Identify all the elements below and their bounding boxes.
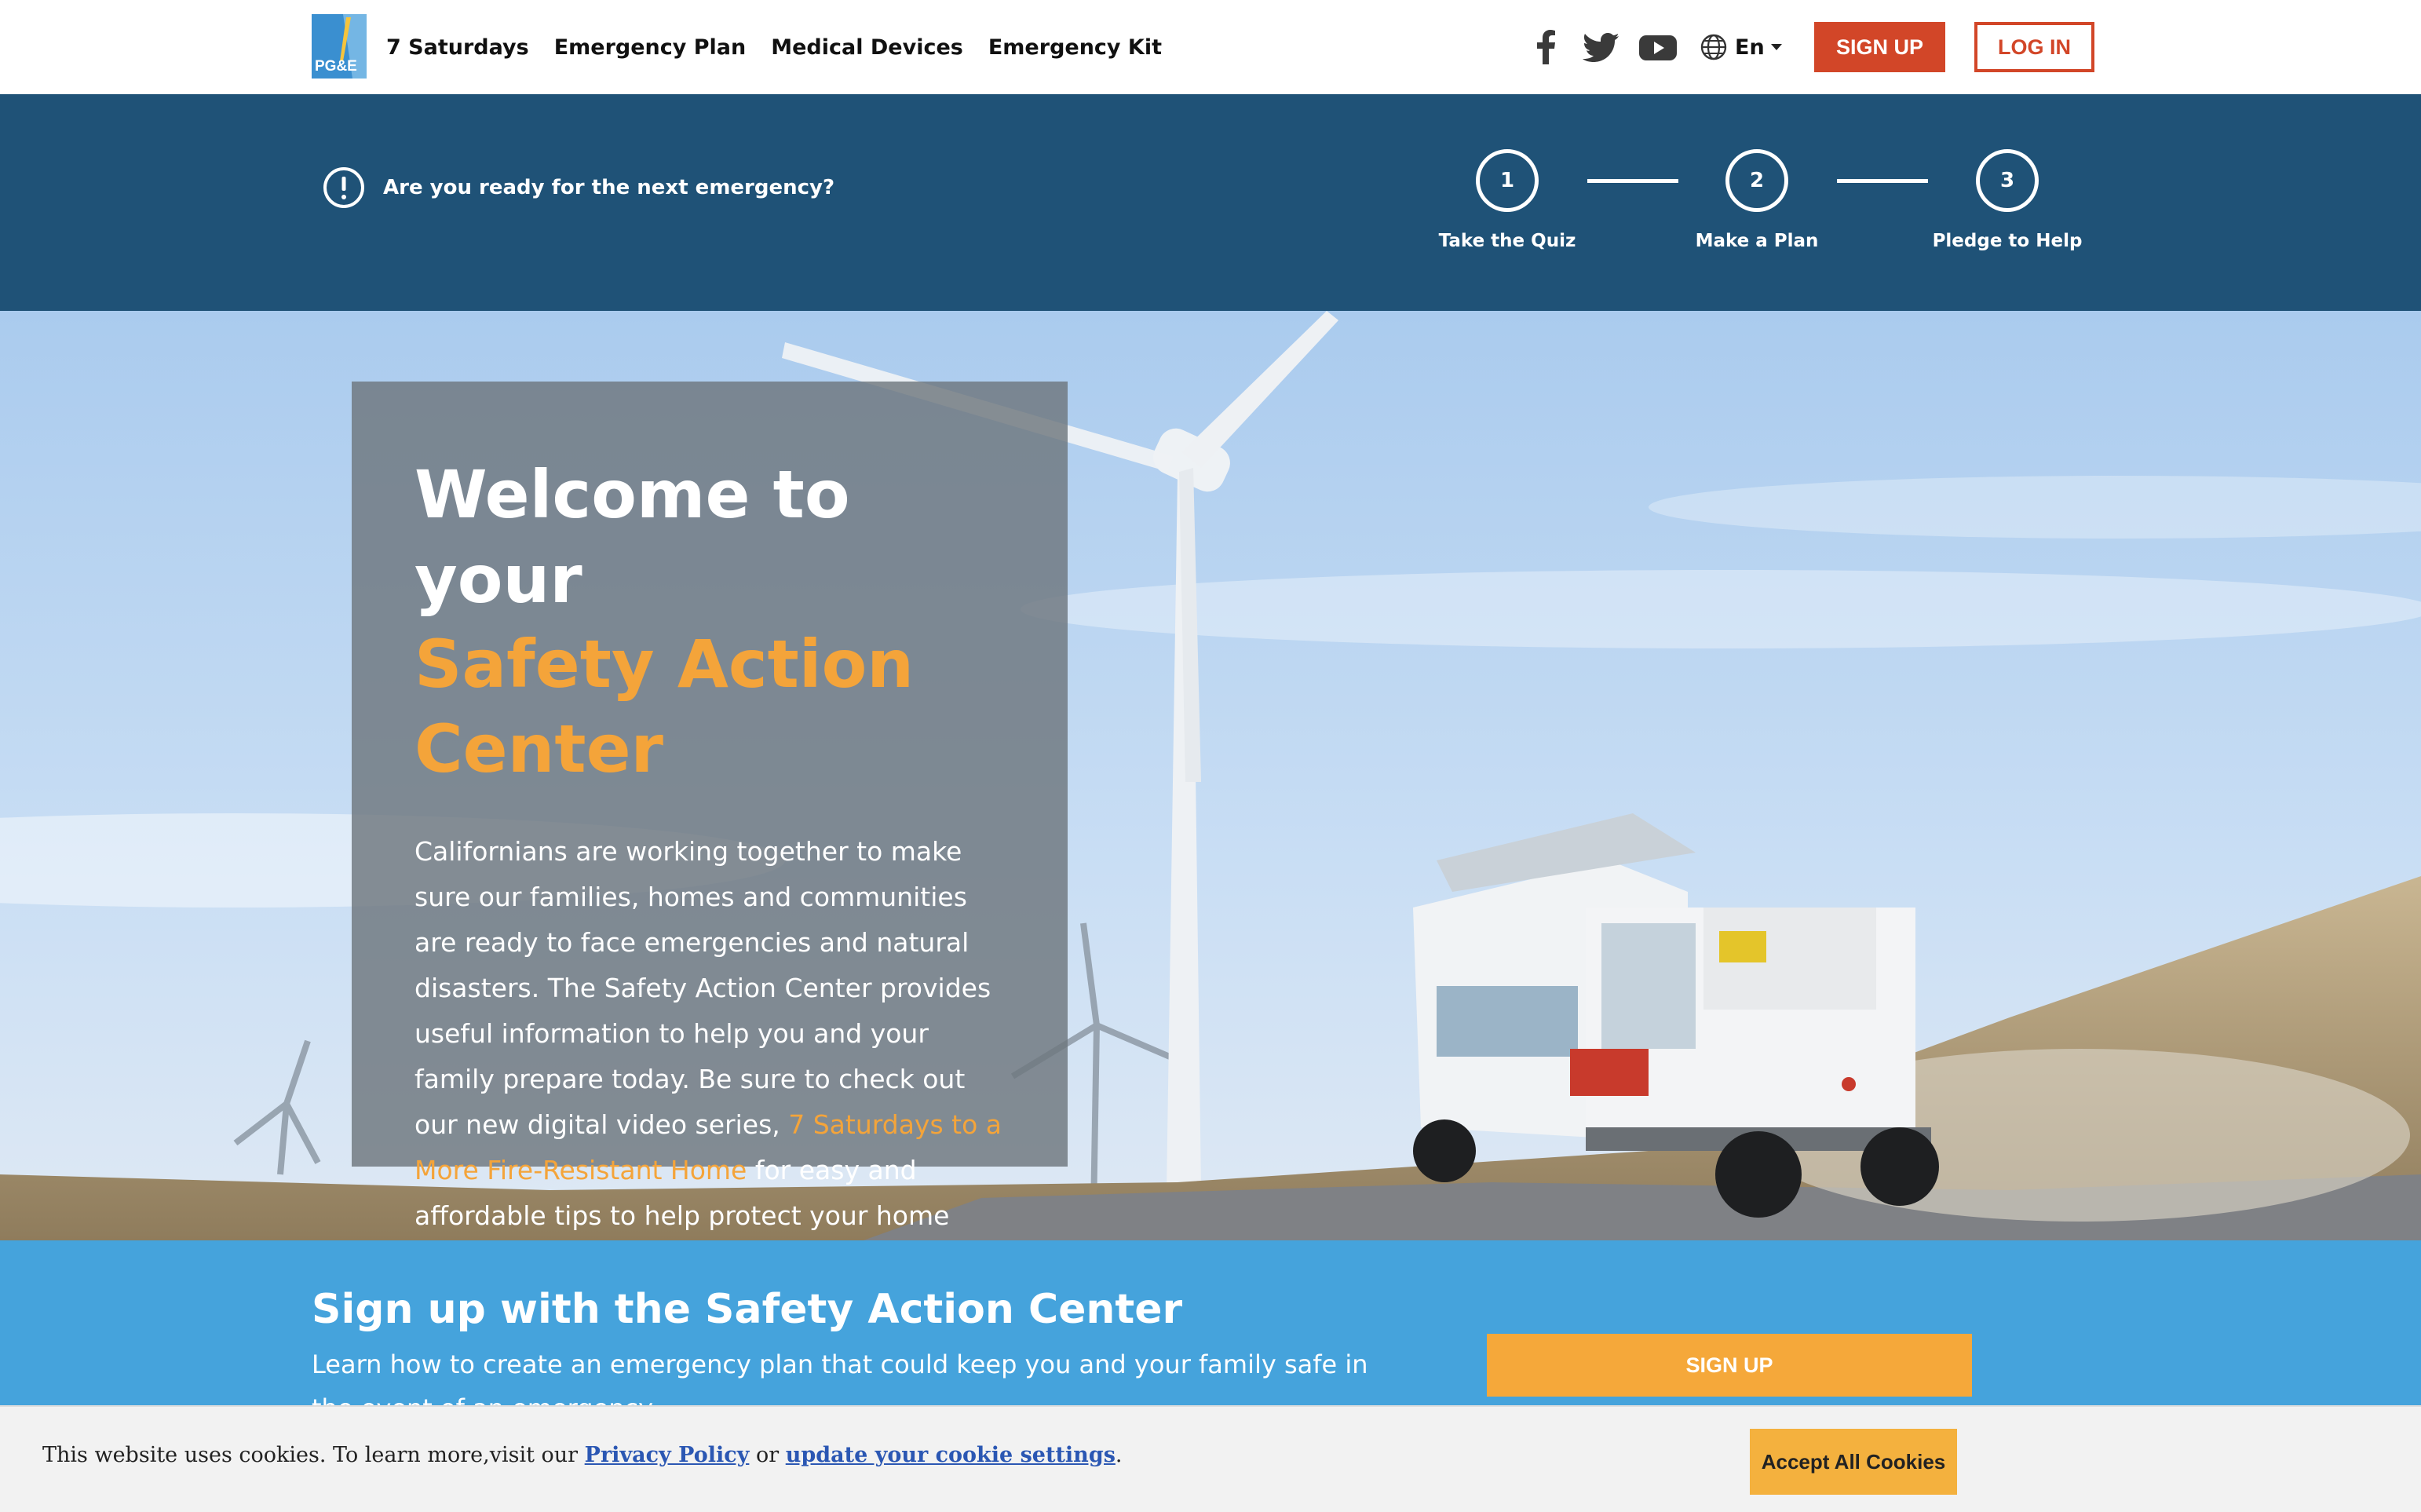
step-2-circle[interactable]: 2 — [1725, 149, 1788, 212]
hero-title: Welcome to your Safety Action Center — [414, 452, 1006, 791]
step-connector — [1837, 179, 1928, 183]
signup-button[interactable]: SIGN UP — [1814, 22, 1945, 72]
facebook-icon[interactable] — [1535, 30, 1557, 64]
caret-down-icon — [1770, 44, 1782, 50]
language-selector[interactable]: En — [1700, 30, 1782, 64]
welcome-panel: Welcome to your Safety Action Center Cal… — [352, 382, 1068, 1231]
hero-description: Californians are working together to mak… — [414, 829, 1006, 1240]
language-label: En — [1735, 35, 1765, 60]
youtube-icon[interactable] — [1639, 30, 1677, 64]
hero-section: Welcome to your Safety Action Center Cal… — [0, 311, 2421, 1240]
step-2-label[interactable]: Make a Plan — [1671, 231, 1843, 251]
step-1-label[interactable]: Take the Quiz — [1421, 231, 1594, 251]
signup-cta-button[interactable]: SIGN UP — [1487, 1334, 1972, 1397]
privacy-policy-link[interactable]: Privacy Policy — [585, 1443, 750, 1467]
nav-link-medical-devices[interactable]: Medical Devices — [771, 35, 963, 60]
accept-cookies-button[interactable]: Accept All Cookies — [1750, 1429, 1957, 1495]
pge-logo[interactable]: PG&E — [312, 14, 371, 79]
nav-link-emergency-plan[interactable]: Emergency Plan — [554, 35, 747, 60]
nav-link-emergency-kit[interactable]: Emergency Kit — [988, 35, 1162, 60]
top-nav: PG&E 7 Saturdays Emergency Plan Medical … — [0, 0, 2421, 94]
readiness-question: Are you ready for the next emergency? — [383, 176, 835, 199]
svg-text:PG&E: PG&E — [315, 58, 357, 75]
twitter-icon[interactable] — [1583, 30, 1619, 64]
step-3-label[interactable]: Pledge to Help — [1921, 231, 2094, 251]
hero-text-intro: Californians are working together to mak… — [414, 836, 991, 1140]
cookie-consent-bar: This website uses cookies. To learn more… — [0, 1405, 2421, 1512]
hero-title-line1: Welcome to your — [414, 456, 850, 618]
login-button[interactable]: LOG IN — [1974, 22, 2094, 72]
alert-icon — [323, 167, 364, 208]
cookie-text-end: . — [1115, 1443, 1123, 1467]
step-connector — [1587, 179, 1678, 183]
readiness-steps-banner: Are you ready for the next emergency? 1 … — [0, 94, 2421, 311]
main-nav: 7 Saturdays Emergency Plan Medical Devic… — [386, 0, 1187, 94]
globe-icon — [1700, 34, 1727, 60]
step-1-circle[interactable]: 1 — [1476, 149, 1539, 212]
hero-title-line2: Safety Action Center — [414, 626, 915, 787]
nav-link-7-saturdays[interactable]: 7 Saturdays — [386, 35, 529, 60]
cookie-message: This website uses cookies. To learn more… — [42, 1443, 1123, 1467]
step-3-circle[interactable]: 3 — [1976, 149, 2039, 212]
signup-heading: Sign up with the Safety Action Center — [312, 1286, 1183, 1333]
cookie-text-intro: This website uses cookies. To learn more… — [42, 1443, 585, 1467]
cookie-settings-link[interactable]: update your cookie settings — [786, 1443, 1116, 1467]
cookie-text-or: or — [749, 1443, 786, 1467]
